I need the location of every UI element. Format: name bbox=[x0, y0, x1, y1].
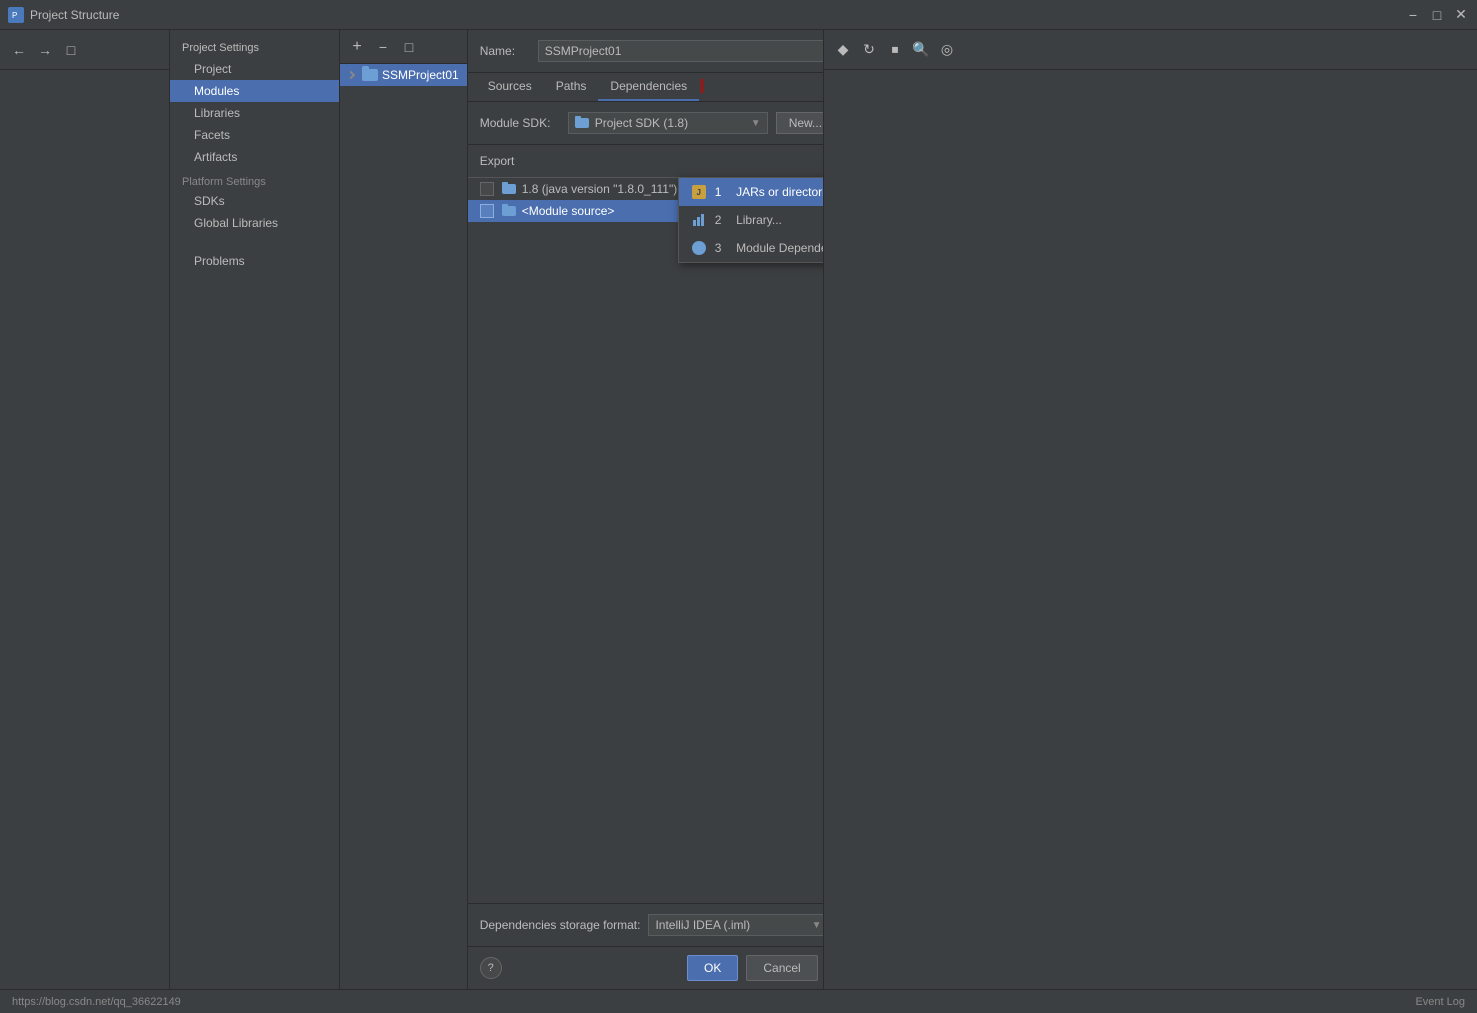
dropdown-item-jars[interactable]: J 1 JARs or directories... bbox=[679, 178, 823, 206]
name-input[interactable] bbox=[538, 40, 823, 62]
sdk-dropdown-arrow: ▼ bbox=[751, 118, 761, 129]
app-icon: P bbox=[8, 7, 24, 23]
ide-toolbar-icon4[interactable]: ◎ bbox=[936, 39, 958, 61]
cursor-indicator bbox=[701, 79, 703, 93]
ide-right-panel: ◆ ↻ ⏹ 🔍 ◎ bbox=[823, 30, 1477, 989]
remove-module-button[interactable]: − bbox=[372, 36, 394, 58]
format-value: IntelliJ IDEA (.iml) bbox=[655, 918, 805, 932]
platform-settings-header: Platform Settings bbox=[170, 168, 339, 190]
tab-sources[interactable]: Sources bbox=[476, 73, 544, 101]
name-label: Name: bbox=[480, 44, 530, 58]
status-bar: https://blog.csdn.net/qq_36622149 Event … bbox=[0, 989, 1477, 1013]
deps-checkbox-module-source[interactable] bbox=[480, 204, 494, 218]
sdk-folder-icon bbox=[575, 118, 589, 128]
sidebar-item-project[interactable]: Project bbox=[170, 58, 339, 80]
maximize-button[interactable]: □ bbox=[1429, 7, 1445, 23]
dropdown-item-lib-label: 2 bbox=[715, 213, 728, 227]
library-icon bbox=[691, 212, 707, 228]
footer: ? OK Cancel Apply bbox=[468, 946, 823, 989]
sdk-label: Module SDK: bbox=[480, 116, 560, 130]
sdk-row: Module SDK: Project SDK (1.8) ▼ New... E… bbox=[468, 102, 823, 145]
deps-list: 1.8 (java version "1.8.0_111") <Module s… bbox=[468, 178, 823, 873]
module-dep-icon bbox=[691, 240, 707, 256]
copy-button[interactable]: □ bbox=[60, 39, 82, 61]
module-name: SSMProject01 bbox=[382, 68, 459, 82]
ok-button[interactable]: OK bbox=[687, 955, 738, 981]
format-row: Dependencies storage format: IntelliJ ID… bbox=[468, 903, 823, 946]
dropdown-item-library[interactable]: 2 Library... bbox=[679, 206, 823, 234]
right-panel: Name: Sources Paths Dependencies bbox=[468, 30, 823, 989]
sidebar-item-libraries[interactable]: Libraries bbox=[170, 102, 339, 124]
sidebar-item-sdks[interactable]: SDKs bbox=[170, 190, 339, 212]
new-sdk-button[interactable]: New... bbox=[776, 112, 823, 134]
sidebar-nav: Project Settings Project Modules Librari… bbox=[170, 30, 340, 989]
format-dropdown[interactable]: IntelliJ IDEA (.iml) ▼ bbox=[648, 914, 823, 936]
sidebar-item-global-libraries[interactable]: Global Libraries bbox=[170, 212, 339, 234]
close-button[interactable]: ✕ bbox=[1453, 7, 1469, 23]
module-folder-icon bbox=[362, 69, 378, 81]
add-module-button[interactable]: + bbox=[346, 36, 368, 58]
sdk-value: Project SDK (1.8) bbox=[595, 116, 745, 130]
ide-right-toolbar: ◆ ↻ ⏹ 🔍 ◎ bbox=[824, 30, 1477, 70]
dependencies-table: Export Scope + J bbox=[468, 145, 823, 903]
forward-button[interactable]: → bbox=[34, 39, 56, 61]
svg-text:P: P bbox=[12, 11, 17, 20]
ide-toolbar-icon3[interactable]: ⏹ bbox=[884, 39, 906, 61]
expand-icon bbox=[347, 71, 355, 79]
ide-toolbar-search[interactable]: 🔍 bbox=[910, 39, 932, 61]
module-source-folder-icon bbox=[502, 206, 516, 216]
sidebar-item-artifacts[interactable]: Artifacts bbox=[170, 146, 339, 168]
module-tree-toolbar: + − □ bbox=[340, 30, 467, 64]
deps-header: Export Scope + J bbox=[468, 145, 823, 178]
title-bar: P Project Structure − □ ✕ bbox=[0, 0, 1477, 30]
name-row: Name: bbox=[468, 30, 823, 73]
project-settings-header: Project Settings bbox=[170, 38, 339, 58]
window-title: Project Structure bbox=[30, 8, 119, 22]
module-tree: + − □ SSMProject01 bbox=[340, 30, 468, 989]
cancel-button[interactable]: Cancel bbox=[746, 955, 817, 981]
tab-dependencies[interactable]: Dependencies bbox=[598, 73, 699, 101]
scope-header: Scope bbox=[778, 154, 823, 168]
event-log[interactable]: Event Log bbox=[1415, 996, 1465, 1008]
back-button[interactable]: ← bbox=[8, 39, 30, 61]
ide-toolbar-icon1[interactable]: ◆ bbox=[832, 39, 854, 61]
deps-checkbox-jdk[interactable] bbox=[480, 182, 494, 196]
edit-dependency-area: ✎ bbox=[468, 873, 823, 903]
sidebar-item-problems[interactable]: Problems bbox=[170, 250, 339, 272]
jar-icon: J bbox=[691, 184, 707, 200]
dropdown-item-module-label: 3 bbox=[715, 241, 728, 255]
jdk-folder-icon bbox=[502, 184, 516, 194]
copy-module-button[interactable]: □ bbox=[398, 36, 420, 58]
export-header: Export bbox=[480, 154, 540, 168]
tab-paths[interactable]: Paths bbox=[544, 73, 599, 101]
ide-toolbar: ← → □ bbox=[0, 30, 169, 70]
sdk-dropdown[interactable]: Project SDK (1.8) ▼ bbox=[568, 112, 768, 134]
sidebar-item-modules[interactable]: Modules bbox=[170, 80, 339, 102]
sidebar-item-facets[interactable]: Facets bbox=[170, 124, 339, 146]
help-button[interactable]: ? bbox=[480, 957, 502, 979]
dropdown-item-jars-label: 1 bbox=[715, 185, 728, 199]
status-url: https://blog.csdn.net/qq_36622149 bbox=[12, 996, 181, 1008]
dropdown-item-module-dep[interactable]: 3 Module Dependency... bbox=[679, 234, 823, 262]
module-tree-item[interactable]: SSMProject01 bbox=[340, 64, 467, 86]
minimize-button[interactable]: − bbox=[1405, 7, 1421, 23]
format-dropdown-arrow: ▼ bbox=[812, 920, 822, 931]
tabs-row: Sources Paths Dependencies bbox=[468, 73, 823, 102]
add-dropdown: J 1 JARs or directories... bbox=[678, 177, 823, 263]
ide-toolbar-icon2[interactable]: ↻ bbox=[858, 39, 880, 61]
format-label: Dependencies storage format: bbox=[480, 918, 641, 932]
